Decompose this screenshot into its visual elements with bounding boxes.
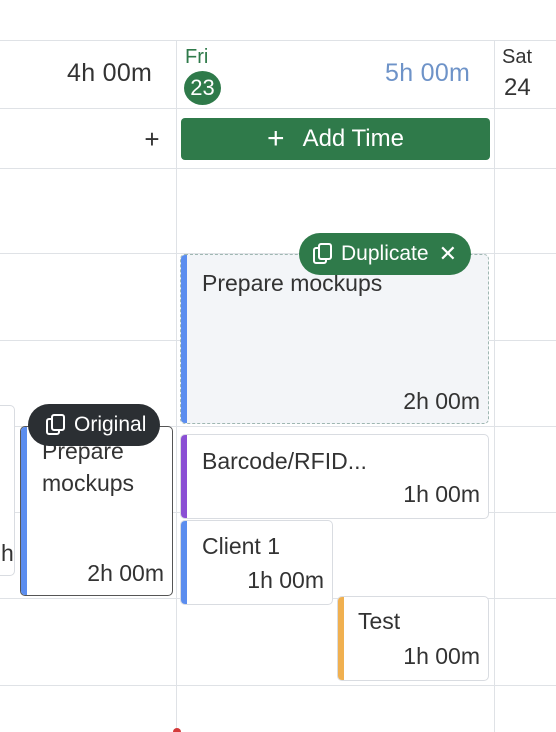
plus-icon: + [267,122,285,155]
duplicate-label: Duplicate [341,242,429,265]
time-entry-duplicate[interactable]: Prepare mockups 2h 00m [180,254,489,424]
entry-title: Barcode/RFID... [202,448,367,474]
grid-line-top [0,40,556,41]
original-badge: Original [28,404,161,446]
copy-icon [46,414,66,436]
grid-line [0,685,556,686]
add-time-button[interactable]: + Add Time [181,118,490,160]
entry-duration: 1h 00m [403,481,480,507]
column-divider [494,40,495,732]
column-divider [176,40,177,732]
close-icon[interactable]: ✕ [439,241,457,267]
today-date-badge[interactable]: 23 [184,71,221,105]
entry-color-bar [21,427,27,595]
entry-title: Client 1 [202,533,280,559]
entry-color-bar [338,597,344,680]
partial-entry[interactable]: h [0,405,15,576]
current-time-indicator [173,728,181,732]
entry-title: Test [358,608,401,634]
fri-day-total: 5h 00m [385,59,471,87]
time-entry-test[interactable]: Test 1h 00m [337,596,489,681]
time-entry-original[interactable]: Prepare mockups 2h 00m [20,426,173,596]
sat-day-number[interactable]: 24 [504,74,531,102]
add-entry-plus-button[interactable]: + [140,124,164,154]
duplicate-badge: Duplicate ✕ [299,233,471,275]
grid-line [0,168,556,169]
entry-duration: 1h 00m [403,643,480,669]
fri-day-name: Fri [185,46,209,68]
time-entry-client[interactable]: Client 1 1h 00m [180,520,333,605]
entry-color-bar [181,255,187,423]
prev-day-total: 4h 00m [67,59,153,87]
add-time-label: Add Time [302,125,404,152]
copy-icon [313,243,333,265]
entry-color-bar [181,521,187,604]
entry-duration: 2h 00m [87,560,164,586]
partial-entry-duration: h [1,540,14,566]
sat-day-name: Sat [502,46,533,68]
entry-duration: 1h 00m [247,567,324,593]
time-entry-barcode[interactable]: Barcode/RFID... 1h 00m [180,434,489,519]
entry-color-bar [181,435,187,518]
entry-duration: 2h 00m [403,388,480,414]
grid-line-header [0,108,556,109]
original-label: Original [74,413,147,436]
